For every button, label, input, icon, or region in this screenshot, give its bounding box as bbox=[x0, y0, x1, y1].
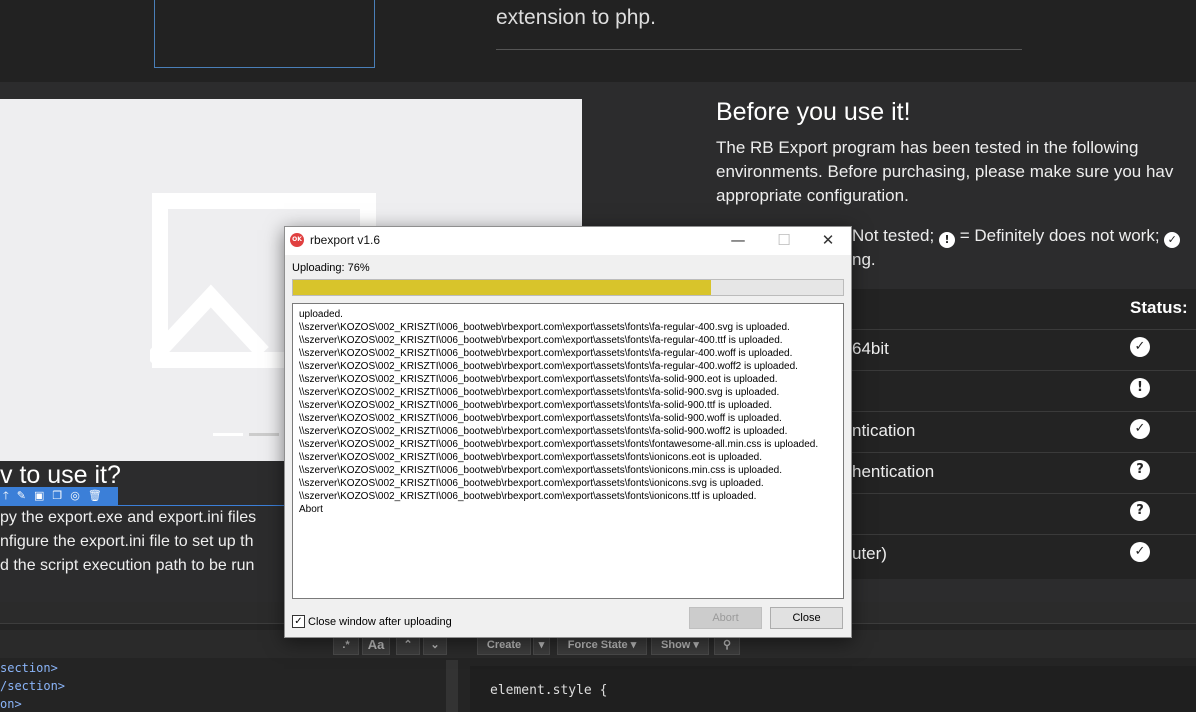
html-code-line[interactable]: section> bbox=[0, 661, 58, 675]
log-line: \\szerver\KOZOS\002_KRISZTI\006_bootweb\… bbox=[299, 387, 780, 398]
instruction-line: d the script execution path to be run bbox=[0, 557, 255, 574]
abort-button: Abort bbox=[689, 607, 762, 629]
log-line: \\szerver\KOZOS\002_KRISZTI\006_bootweb\… bbox=[299, 374, 778, 385]
log-line: \\szerver\KOZOS\002_KRISZTI\006_bootweb\… bbox=[299, 465, 783, 476]
exclamation-circle-icon: ! bbox=[938, 232, 955, 248]
close-after-upload-checkbox[interactable]: ✓ bbox=[292, 615, 305, 628]
selected-element-outline bbox=[154, 0, 375, 68]
upload-log[interactable]: uploaded. \\szerver\KOZOS\002_KRISZTI\006… bbox=[292, 303, 844, 599]
instruction-line: py the export.exe and export.ini files bbox=[0, 509, 257, 526]
panel-splitter[interactable] bbox=[446, 660, 458, 712]
log-line: \\szerver\KOZOS\002_KRISZTI\006_bootweb\… bbox=[299, 413, 782, 424]
check-circle-icon: ✓ bbox=[1130, 419, 1150, 439]
top-text: extension to php. bbox=[496, 6, 656, 29]
move-up-icon[interactable]: 🡑 bbox=[3, 487, 9, 505]
delete-icon[interactable]: 🗑 bbox=[88, 487, 102, 505]
upload-dialog: OK rbexport v1.6 — ☐ ✕ Uploading: 76% up… bbox=[284, 226, 852, 638]
regex-toggle[interactable]: .* bbox=[333, 635, 359, 655]
search-icon[interactable]: ⚲ bbox=[714, 635, 740, 655]
question-circle-icon: ? bbox=[1130, 460, 1150, 480]
image-icon[interactable]: ▣ bbox=[34, 487, 44, 505]
edit-icon[interactable]: ✎ bbox=[17, 487, 26, 505]
app-icon: OK bbox=[290, 233, 304, 247]
table-cell: hentication bbox=[852, 462, 935, 481]
before-paragraph-line: The RB Export program has been tested in… bbox=[716, 138, 1139, 157]
hide-icon[interactable]: ◎ bbox=[70, 487, 80, 505]
duplicate-icon[interactable]: ❐ bbox=[52, 487, 62, 505]
show-button[interactable]: Show ▾ bbox=[651, 635, 709, 655]
create-dropdown-icon[interactable]: ▾ bbox=[533, 635, 550, 655]
minimize-icon[interactable]: — bbox=[715, 227, 761, 255]
close-after-upload-option[interactable]: ✓ Close window after uploading bbox=[292, 615, 452, 628]
exclamation-circle-icon: ! bbox=[1130, 378, 1150, 398]
element-edit-toolbar: 🡑 ✎ ▣ ❐ ◎ 🗑 bbox=[0, 487, 118, 505]
legend-not-tested: Not tested; bbox=[852, 226, 935, 245]
check-circle-icon: ✓ bbox=[1164, 232, 1181, 248]
before-heading: Before you use it! bbox=[716, 98, 911, 126]
legend-line: ng. bbox=[852, 250, 876, 269]
log-line: \\szerver\KOZOS\002_KRISZTI\006_bootweb\… bbox=[299, 491, 757, 502]
style-rule[interactable]: element.style { bbox=[490, 683, 607, 698]
dialog-titlebar[interactable]: OK rbexport v1.6 — ☐ ✕ bbox=[285, 227, 851, 255]
close-after-upload-label[interactable]: Close window after uploading bbox=[308, 616, 452, 628]
chevron-down-icon[interactable]: ⌄ bbox=[423, 635, 447, 655]
carousel-dot-active[interactable] bbox=[213, 433, 243, 436]
case-toggle[interactable]: Aa bbox=[362, 635, 390, 655]
carousel-dot[interactable] bbox=[249, 433, 279, 436]
log-line: \\szerver\KOZOS\002_KRISZTI\006_bootweb\… bbox=[299, 322, 790, 333]
upload-progress-bar bbox=[292, 279, 844, 296]
log-line: \\szerver\KOZOS\002_KRISZTI\006_bootweb\… bbox=[299, 439, 819, 450]
upload-status: Uploading: 76% bbox=[292, 262, 370, 274]
close-icon[interactable]: ✕ bbox=[805, 227, 851, 255]
log-line: \\szerver\KOZOS\002_KRISZTI\006_bootweb\… bbox=[299, 335, 783, 346]
how-to-use-heading: v to use it? bbox=[0, 461, 121, 489]
log-line: \\szerver\KOZOS\002_KRISZTI\006_bootweb\… bbox=[299, 400, 773, 411]
selected-element-outline bbox=[0, 505, 300, 506]
log-line: Abort bbox=[299, 504, 323, 515]
close-button[interactable]: Close bbox=[770, 607, 843, 629]
create-button[interactable]: Create bbox=[477, 635, 531, 655]
log-line: \\szerver\KOZOS\002_KRISZTI\006_bootweb\… bbox=[299, 348, 793, 359]
before-paragraph-line: environments. Before purchasing, please … bbox=[716, 162, 1174, 181]
log-line: \\szerver\KOZOS\002_KRISZTI\006_bootweb\… bbox=[299, 361, 798, 372]
dialog-title: rbexport v1.6 bbox=[310, 233, 381, 247]
log-line: \\szerver\KOZOS\002_KRISZTI\006_bootweb\… bbox=[299, 478, 764, 489]
legend-does-not-work: = Definitely does not work; bbox=[959, 226, 1160, 245]
html-code-line[interactable]: /section> bbox=[0, 679, 65, 693]
check-circle-icon: ✓ bbox=[1130, 337, 1150, 357]
chevron-up-icon[interactable]: ⌃ bbox=[396, 635, 420, 655]
table-cell: ntication bbox=[852, 421, 916, 440]
log-line: uploaded. bbox=[299, 309, 343, 320]
before-paragraph-line: appropriate configuration. bbox=[716, 186, 909, 205]
force-state-label: Force State bbox=[567, 639, 628, 651]
force-state-button[interactable]: Force State ▾ bbox=[557, 635, 647, 655]
html-code-line[interactable]: on> bbox=[0, 697, 22, 711]
divider bbox=[496, 49, 1022, 50]
show-label: Show bbox=[661, 639, 691, 651]
table-cell: 64bit bbox=[852, 339, 889, 358]
question-circle-icon: ? bbox=[1130, 501, 1150, 521]
check-circle-icon: ✓ bbox=[1130, 542, 1150, 562]
status-header: Status: bbox=[1130, 298, 1188, 317]
legend-line: Not tested; ! = Definitely does not work… bbox=[852, 224, 1196, 248]
log-line: \\szerver\KOZOS\002_KRISZTI\006_bootweb\… bbox=[299, 426, 788, 437]
instruction-line: nfigure the export.ini file to set up th bbox=[0, 533, 254, 550]
progress-fill bbox=[293, 280, 711, 295]
log-line: \\szerver\KOZOS\002_KRISZTI\006_bootweb\… bbox=[299, 452, 763, 463]
maximize-icon: ☐ bbox=[777, 231, 791, 249]
table-cell: uter) bbox=[852, 544, 887, 563]
